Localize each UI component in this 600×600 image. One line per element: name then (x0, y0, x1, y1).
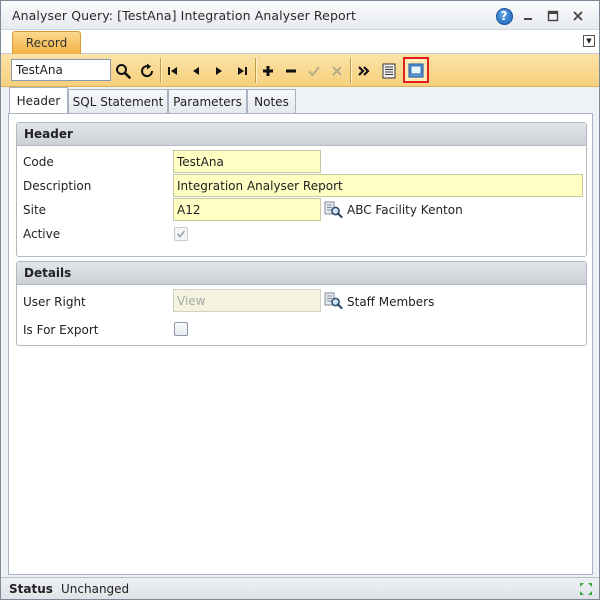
minimize-button[interactable] (519, 7, 537, 25)
form-view-button[interactable] (403, 57, 429, 83)
cancel-icon (332, 66, 342, 76)
minimize-icon (524, 18, 532, 20)
title-bar: Analyser Query: [TestAna] Integration An… (1, 1, 599, 30)
first-record-button[interactable] (162, 60, 184, 82)
details-group: Details User Right View Staff Members Is… (16, 261, 587, 346)
site-field[interactable]: A12 (173, 198, 321, 221)
refresh-icon (141, 63, 154, 78)
ribbon-tab-record[interactable]: Record (12, 31, 81, 54)
last-record-button[interactable] (231, 60, 253, 82)
user-right-label: User Right (23, 295, 86, 309)
group-title: Details (17, 262, 586, 285)
toolbar-separator (160, 58, 161, 83)
chevron-down-icon: ▼ (586, 37, 592, 45)
first-record-icon (168, 67, 177, 75)
ribbon: Record ▼ (1, 30, 599, 54)
ribbon-menu-button[interactable]: ▼ (583, 35, 595, 47)
toolbar-separator (255, 58, 256, 83)
search-icon (116, 64, 131, 79)
tab-header[interactable]: Header (9, 87, 68, 113)
code-field[interactable]: TestAna (173, 150, 321, 173)
help-icon: ? (495, 7, 513, 25)
search-button[interactable] (112, 60, 134, 82)
checkmark-icon (176, 230, 186, 238)
close-button[interactable] (569, 7, 587, 25)
lookup-icon[interactable] (323, 290, 343, 310)
record-toolbar (1, 54, 599, 87)
site-label: Site (23, 203, 47, 217)
is-for-export-label: Is For Export (23, 323, 99, 337)
code-label: Code (23, 155, 54, 169)
previous-record-button[interactable] (185, 60, 207, 82)
is-for-export-checkbox[interactable] (174, 322, 188, 336)
user-right-lookup-text: Staff Members (347, 295, 435, 309)
add-record-button[interactable] (257, 60, 279, 82)
user-right-field[interactable]: View (173, 289, 321, 312)
list-view-icon (382, 63, 396, 79)
resize-grip-icon[interactable] (577, 580, 595, 598)
previous-record-icon (193, 67, 199, 75)
help-button[interactable]: ? (495, 7, 513, 25)
tab-notes[interactable]: Notes (247, 89, 296, 114)
confirm-icon (308, 66, 320, 77)
group-title: Header (17, 123, 586, 146)
active-label: Active (23, 227, 61, 241)
window-title: Analyser Query: [TestAna] Integration An… (12, 8, 356, 23)
status-label: Status (9, 582, 53, 596)
analyser-query-window: Analyser Query: [TestAna] Integration An… (0, 0, 600, 600)
status-value: Unchanged (61, 582, 130, 596)
restore-icon (547, 10, 559, 22)
tab-sql-statement[interactable]: SQL Statement (68, 89, 168, 114)
site-lookup-text: ABC Facility Kenton (347, 203, 463, 217)
next-record-button[interactable] (208, 60, 230, 82)
last-record-icon (238, 67, 247, 75)
header-group: Header Code TestAna Description Integrat… (16, 122, 587, 257)
tab-strip: Header SQL Statement Parameters Notes (1, 87, 599, 114)
maximize-button[interactable] (544, 7, 562, 25)
tab-parameters[interactable]: Parameters (168, 89, 247, 114)
status-bar: Status Unchanged (1, 577, 599, 599)
toolbar-separator (350, 58, 351, 83)
confirm-button[interactable] (303, 60, 325, 82)
lookup-icon[interactable] (323, 199, 343, 219)
next-record-icon (216, 67, 222, 75)
more-icon (358, 66, 370, 76)
description-field[interactable]: Integration Analyser Report (173, 174, 583, 197)
refresh-button[interactable] (136, 60, 158, 82)
close-icon (573, 11, 583, 21)
form-view-icon (408, 63, 424, 77)
search-input[interactable] (11, 59, 111, 81)
active-checkbox[interactable] (174, 227, 188, 241)
description-label: Description (23, 179, 92, 193)
list-view-button[interactable] (378, 60, 400, 82)
cancel-button[interactable] (326, 60, 348, 82)
remove-record-button[interactable] (280, 60, 302, 82)
remove-icon (286, 69, 296, 73)
add-icon (263, 66, 273, 76)
more-button[interactable] (353, 60, 375, 82)
tab-content-header: Header Code TestAna Description Integrat… (8, 113, 593, 575)
